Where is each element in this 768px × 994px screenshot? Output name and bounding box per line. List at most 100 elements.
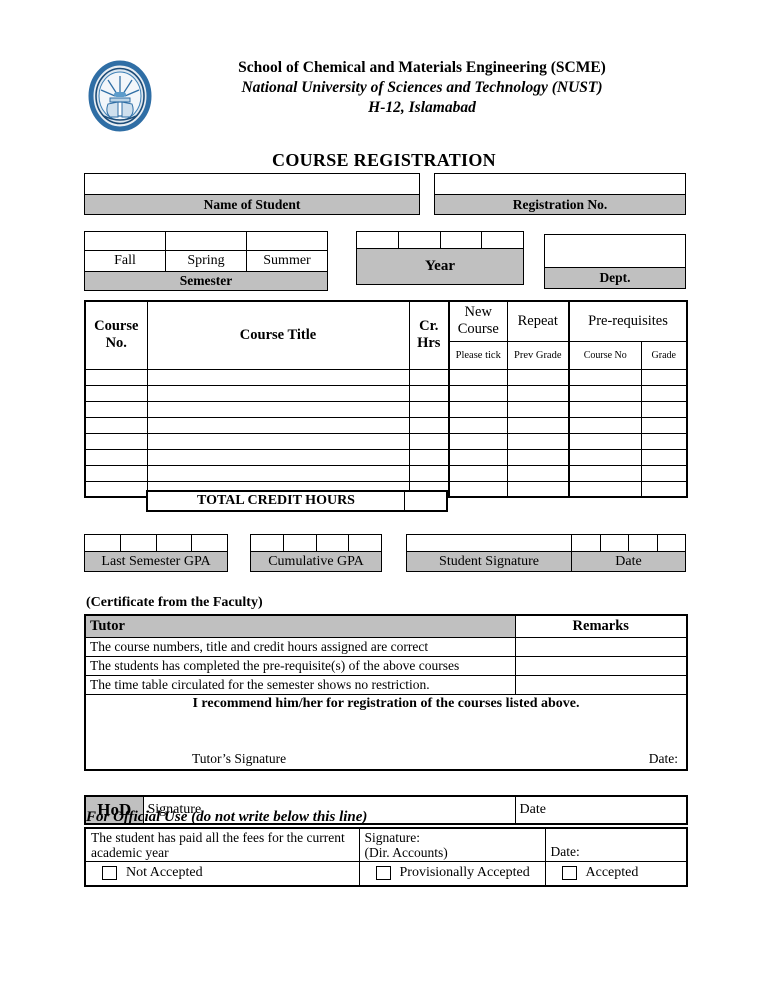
cell-prereq-course-no[interactable] bbox=[568, 464, 642, 482]
cell-course-no[interactable] bbox=[84, 480, 148, 498]
cell-new-course[interactable] bbox=[448, 416, 508, 434]
tutor-signature-area[interactable]: Tutor’s Signature Date: bbox=[84, 714, 688, 771]
cell-course-no[interactable] bbox=[84, 384, 148, 402]
cell-course-title[interactable] bbox=[146, 400, 410, 418]
student-date-digit-3[interactable] bbox=[629, 535, 658, 551]
cell-cr-hrs[interactable] bbox=[408, 368, 450, 386]
dept-input[interactable] bbox=[544, 234, 686, 268]
cell-prereq-course-no[interactable] bbox=[568, 480, 642, 498]
accounts-date-field[interactable]: Date: bbox=[544, 827, 688, 862]
year-digit-1[interactable] bbox=[357, 232, 399, 248]
last-gpa-digit-3[interactable] bbox=[157, 535, 193, 551]
cell-repeat[interactable] bbox=[506, 368, 570, 386]
cell-repeat[interactable] bbox=[506, 432, 570, 450]
cell-prereq-course-no[interactable] bbox=[568, 400, 642, 418]
cumulative-gpa-digit-3[interactable] bbox=[317, 535, 350, 551]
cell-prereq-grade[interactable] bbox=[640, 400, 688, 418]
cell-prereq-grade[interactable] bbox=[640, 384, 688, 402]
last-gpa-digit-2[interactable] bbox=[121, 535, 157, 551]
registration-no-label-box: Registration No. bbox=[434, 195, 686, 215]
cell-repeat[interactable] bbox=[506, 416, 570, 434]
cell-course-title[interactable] bbox=[146, 368, 410, 386]
year-digit-3[interactable] bbox=[441, 232, 483, 248]
checkbox-provisionally-accepted-label: Provisionally Accepted bbox=[399, 865, 530, 881]
cumulative-gpa-digit-2[interactable] bbox=[284, 535, 317, 551]
student-date-digit-2[interactable] bbox=[601, 535, 629, 551]
cell-prereq-grade[interactable] bbox=[640, 368, 688, 386]
year-digit-2[interactable] bbox=[399, 232, 441, 248]
cell-prereq-course-no[interactable] bbox=[568, 384, 642, 402]
cell-course-title[interactable] bbox=[146, 384, 410, 402]
semester-option-summer[interactable]: Summer bbox=[247, 251, 327, 271]
total-credit-hours-value[interactable] bbox=[404, 492, 446, 510]
cell-new-course[interactable] bbox=[448, 400, 508, 418]
cell-prereq-grade[interactable] bbox=[640, 448, 688, 466]
cell-prereq-course-no[interactable] bbox=[568, 448, 642, 466]
checkbox-cell-provisionally-accepted[interactable]: Provisionally Accepted bbox=[358, 861, 546, 886]
checkbox-accepted-icon[interactable] bbox=[561, 866, 577, 881]
cumulative-gpa-digit-1[interactable] bbox=[251, 535, 284, 551]
checkbox-cell-not-accepted[interactable]: Not Accepted bbox=[84, 861, 360, 886]
cell-cr-hrs[interactable] bbox=[408, 464, 450, 482]
cell-new-course[interactable] bbox=[448, 432, 508, 450]
student-date-digit-4[interactable] bbox=[658, 535, 686, 551]
cell-cr-hrs[interactable] bbox=[408, 384, 450, 402]
col-header-cr-hrs: Cr. Hrs bbox=[408, 300, 450, 370]
cell-repeat[interactable] bbox=[506, 448, 570, 466]
checkbox-not-accepted-icon[interactable] bbox=[102, 866, 117, 881]
cell-course-no[interactable] bbox=[84, 400, 148, 418]
cell-prereq-grade[interactable] bbox=[640, 464, 688, 482]
cell-new-course[interactable] bbox=[448, 368, 508, 386]
col-subheader-prereq-course-no: Course No bbox=[568, 340, 642, 370]
remarks-input-2[interactable] bbox=[514, 655, 688, 676]
last-gpa-digit-4[interactable] bbox=[192, 535, 227, 551]
cell-cr-hrs[interactable] bbox=[408, 432, 450, 450]
cell-course-title[interactable] bbox=[146, 416, 410, 434]
checkbox-cell-accepted[interactable]: Accepted bbox=[544, 861, 688, 886]
semester-tick-summer[interactable] bbox=[247, 232, 327, 250]
registration-no-input[interactable] bbox=[434, 173, 686, 195]
year-digit-4[interactable] bbox=[482, 232, 523, 248]
remarks-input-1[interactable] bbox=[514, 636, 688, 657]
semester-tick-spring[interactable] bbox=[166, 232, 247, 250]
remarks-input-3[interactable] bbox=[514, 674, 688, 695]
cell-prereq-course-no[interactable] bbox=[568, 368, 642, 386]
cell-repeat[interactable] bbox=[506, 384, 570, 402]
cell-course-title[interactable] bbox=[146, 464, 410, 482]
cell-repeat[interactable] bbox=[506, 480, 570, 498]
cell-course-no[interactable] bbox=[84, 368, 148, 386]
cell-cr-hrs[interactable] bbox=[408, 448, 450, 466]
cell-repeat[interactable] bbox=[506, 464, 570, 482]
cell-course-no[interactable] bbox=[84, 464, 148, 482]
student-name-input[interactable] bbox=[84, 173, 420, 195]
cell-prereq-course-no[interactable] bbox=[568, 416, 642, 434]
cell-new-course[interactable] bbox=[448, 464, 508, 482]
cell-prereq-grade[interactable] bbox=[640, 432, 688, 450]
semester-option-spring[interactable]: Spring bbox=[166, 251, 247, 271]
table-row bbox=[84, 384, 688, 402]
cell-new-course[interactable] bbox=[448, 384, 508, 402]
cell-prereq-grade[interactable] bbox=[640, 480, 688, 498]
cell-course-no[interactable] bbox=[84, 432, 148, 450]
accounts-signature-field[interactable]: Signature: (Dir. Accounts) bbox=[358, 827, 546, 862]
cell-cr-hrs[interactable] bbox=[408, 416, 450, 434]
cell-prereq-grade[interactable] bbox=[640, 416, 688, 434]
semester-label-box: Semester bbox=[84, 272, 328, 291]
student-date-digit-1[interactable] bbox=[572, 535, 601, 551]
cell-cr-hrs[interactable] bbox=[408, 400, 450, 418]
cell-course-no[interactable] bbox=[84, 448, 148, 466]
cell-new-course[interactable] bbox=[448, 448, 508, 466]
cumulative-gpa-digit-4[interactable] bbox=[349, 535, 381, 551]
cell-course-title[interactable] bbox=[146, 432, 410, 450]
hod-date-field[interactable]: Date bbox=[514, 795, 688, 825]
semester-option-fall[interactable]: Fall bbox=[85, 251, 166, 271]
cell-course-no[interactable] bbox=[84, 416, 148, 434]
last-gpa-digit-1[interactable] bbox=[85, 535, 121, 551]
cell-course-title[interactable] bbox=[146, 448, 410, 466]
checkbox-provisionally-accepted-icon[interactable] bbox=[375, 866, 391, 881]
cell-prereq-course-no[interactable] bbox=[568, 432, 642, 450]
cell-repeat[interactable] bbox=[506, 400, 570, 418]
cell-new-course[interactable] bbox=[448, 480, 508, 498]
student-signature-input[interactable] bbox=[406, 534, 572, 552]
semester-tick-fall[interactable] bbox=[85, 232, 166, 250]
